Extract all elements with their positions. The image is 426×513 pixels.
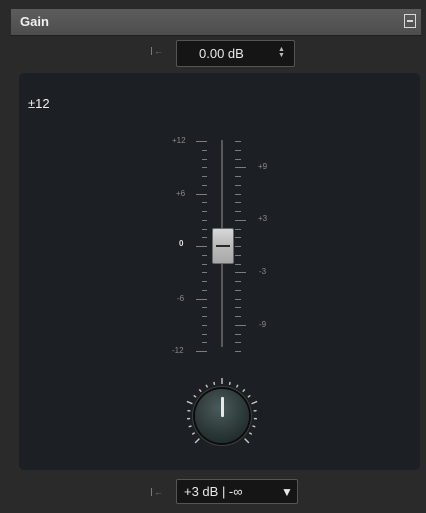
knob-tick — [242, 388, 246, 393]
gain-value-text: 0.00 dB — [199, 46, 244, 61]
knob-tick — [186, 400, 193, 405]
scale-label-plus9: +9 — [258, 162, 268, 171]
knob-tick — [188, 425, 192, 428]
reset-gain-icon[interactable]: ← — [151, 46, 163, 56]
collapse-icon[interactable] — [404, 14, 416, 28]
scale-label-minus3: -3 — [259, 267, 267, 276]
gain-panel: Gain ← 0.00 dB ▲ ▼ ±12 +12 +6 0 -6 -12 +9… — [0, 0, 426, 513]
knob-tick — [198, 388, 202, 393]
knob-tick — [228, 381, 231, 386]
range-dropdown[interactable]: +3 dB | -∞ ▼ — [176, 479, 298, 504]
scale-label-minus12: -12 — [172, 346, 184, 355]
gain-meter: ±12 +12 +6 0 -6 -12 +9 +3 -3 -9 — [19, 73, 420, 470]
scale-label-plus3: +3 — [258, 214, 268, 223]
knob-pointer — [221, 397, 224, 417]
fader-handle[interactable] — [212, 228, 234, 264]
knob-tick — [191, 432, 196, 435]
spinner-icon[interactable]: ▲ ▼ — [278, 46, 285, 59]
panel-header[interactable]: Gain — [11, 9, 421, 36]
scale-label-zero: 0 — [179, 239, 184, 248]
knob-tick — [244, 438, 250, 444]
dropdown-triangle-icon[interactable]: ▼ — [281, 485, 293, 499]
knob-tick — [247, 394, 251, 398]
knob-tick — [193, 394, 197, 398]
gain-knob[interactable] — [195, 389, 249, 443]
scale-label-minus6: -6 — [177, 294, 185, 303]
knob-tick — [213, 381, 216, 386]
range-dropdown-value: +3 dB | -∞ — [184, 484, 243, 499]
knob-tick — [251, 400, 258, 405]
scale-label-minus9: -9 — [259, 320, 267, 329]
gain-value-field[interactable]: 0.00 dB ▲ ▼ — [176, 40, 295, 67]
knob-tick — [235, 384, 239, 388]
fader-grip — [216, 245, 230, 247]
scale-label-plus12: +12 — [172, 136, 186, 145]
scale-label-plus6: +6 — [176, 189, 186, 198]
reset-range-icon[interactable]: ← — [151, 487, 163, 497]
knob-tick — [194, 438, 200, 444]
knob-tick — [205, 384, 209, 388]
knob-tick — [248, 432, 253, 435]
knob-tick — [252, 425, 256, 428]
gain-knob-area — [182, 376, 262, 456]
panel-title: Gain — [20, 14, 49, 29]
